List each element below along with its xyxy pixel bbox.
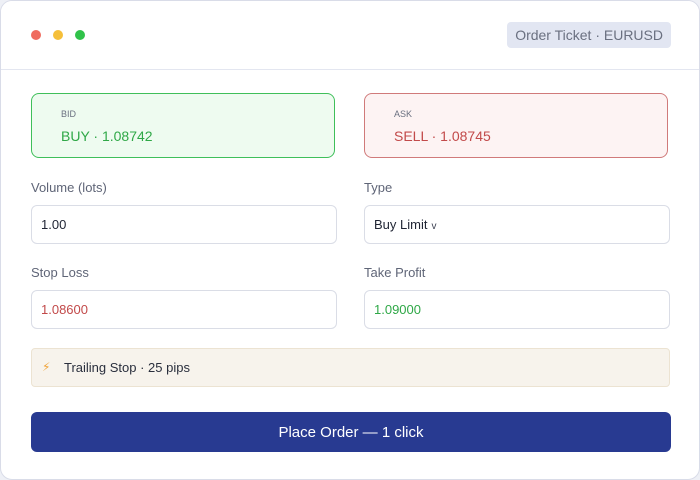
ask-value: SELL · 1.08745 [394,128,491,144]
take-profit-input[interactable]: 1.09000 [364,290,670,329]
stop-loss-value: 1.08600 [41,302,88,317]
order-type-value: Buy Limit [374,217,428,232]
minimize-window-button[interactable] [53,30,63,40]
order-ticket-window: Order Ticket · EURUSD BID BUY · 1.08742 … [0,0,700,480]
place-order-button[interactable]: Place Order — 1 click [31,412,671,452]
take-profit-label: Take Profit [364,265,426,280]
trailing-stop-toggle[interactable]: ⚡ Trailing Stop · 25 pips [31,348,670,387]
volume-label: Volume (lots) [31,180,107,195]
volume-input[interactable]: 1.00 [31,205,337,244]
order-type-select[interactable]: Buy Limit v [364,205,670,244]
bid-label: BID [61,109,77,119]
bid-quote-card[interactable]: BID BUY · 1.08742 [31,93,335,158]
stop-loss-input[interactable]: 1.08600 [31,290,337,329]
trailing-stop-label: Trailing Stop · 25 pips [64,360,190,375]
type-label: Type [364,180,393,195]
lightning-icon: ⚡ [42,360,51,374]
ask-quote-card[interactable]: ASK SELL · 1.08745 [364,93,668,158]
maximize-window-button[interactable] [75,30,85,40]
bid-value: BUY · 1.08742 [61,128,153,144]
close-window-button[interactable] [31,30,41,40]
ask-label: ASK [394,109,413,119]
window-title: Order Ticket · EURUSD [507,22,671,48]
take-profit-value: 1.09000 [374,302,421,317]
volume-value: 1.00 [41,217,67,232]
stop-loss-label: Stop Loss [31,265,89,280]
chevron-down-icon: v [431,221,437,232]
title-bar: Order Ticket · EURUSD [1,1,699,70]
